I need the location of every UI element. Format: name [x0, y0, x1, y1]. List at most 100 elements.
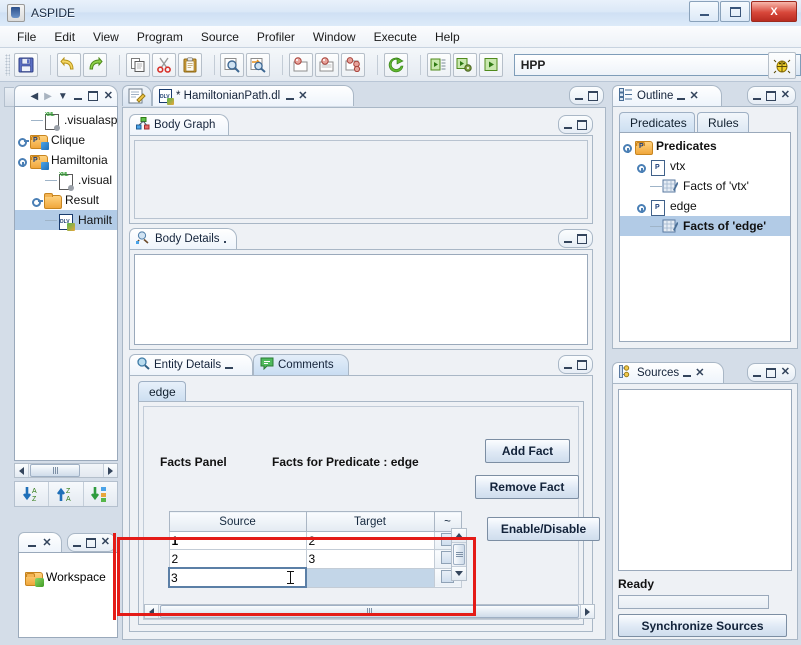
sources-list[interactable]: [618, 389, 792, 571]
back-icon[interactable]: ◀: [30, 91, 38, 102]
outline-item-vtx[interactable]: P vtx: [620, 156, 790, 176]
entity-details-frame-maximize-button[interactable]: [577, 359, 587, 370]
predicate-tab-edge[interactable]: edge: [138, 381, 186, 401]
find-replace-icon[interactable]: [246, 52, 271, 77]
project-tree[interactable]: XML .visualasp P Clique P Hamiltonia XML…: [14, 106, 118, 461]
expander-icon[interactable]: [31, 194, 44, 207]
synchronize-sources-button[interactable]: Synchronize Sources: [618, 614, 787, 637]
tree-item-clique[interactable]: P Clique: [15, 130, 117, 150]
scroll-up-button[interactable]: [452, 529, 466, 543]
window-maximize-button[interactable]: [720, 1, 750, 22]
menu-window[interactable]: Window: [304, 28, 365, 46]
breakpoints-3-icon[interactable]: [341, 52, 366, 77]
run-icon[interactable]: [478, 52, 503, 77]
table-row[interactable]: 2 3: [168, 549, 462, 569]
copy-icon[interactable]: [125, 52, 150, 77]
editor-icon[interactable]: [122, 85, 152, 106]
scroll-left-button[interactable]: [145, 605, 159, 618]
outline-item-predicates[interactable]: P Predicates: [620, 136, 790, 156]
outline-item-facts-vtx[interactable]: Facts of 'vtx': [620, 176, 790, 196]
breakpoint-icon[interactable]: [289, 52, 314, 77]
body-details-frame-maximize-button[interactable]: [577, 233, 587, 244]
body-graph-frame-maximize-button[interactable]: [577, 119, 587, 130]
workspace-frame-maximize-button[interactable]: [85, 537, 96, 548]
explorer-maximize-button[interactable]: [87, 91, 98, 101]
sources-tab[interactable]: Sources ✕: [612, 362, 724, 383]
outline-tab[interactable]: Outline ✕: [612, 85, 722, 106]
column-header-target[interactable]: Target: [305, 511, 435, 532]
menu-profiler[interactable]: Profiler: [248, 28, 304, 46]
explorer-close-button[interactable]: ✕: [104, 90, 113, 102]
sources-frame-maximize-button[interactable]: [765, 367, 776, 378]
tab-predicates[interactable]: Predicates: [619, 112, 695, 132]
facts-panel-hscrollbar[interactable]: [144, 604, 595, 619]
run-configuration-select[interactable]: HPP: [513, 53, 801, 76]
workspace-item-root[interactable]: Workspace: [19, 567, 117, 587]
redo-icon[interactable]: [82, 52, 107, 77]
outline-frame-minimize-button[interactable]: [752, 97, 761, 100]
tree-item-hamiltonian[interactable]: P Hamiltonia: [15, 150, 117, 170]
body-graph-frame-minimize-button[interactable]: [564, 126, 572, 129]
tree-item-visual[interactable]: XML .visual: [15, 170, 117, 191]
paste-icon[interactable]: [177, 52, 202, 77]
sources-close-button[interactable]: ✕: [695, 367, 704, 379]
window-minimize-button[interactable]: [689, 1, 719, 22]
outline-item-facts-edge[interactable]: Facts of 'edge': [620, 216, 790, 236]
explorer-collapse-handle[interactable]: [4, 87, 14, 107]
run-step-icon[interactable]: [426, 52, 451, 77]
workspace-close-button[interactable]: ✕: [42, 537, 51, 549]
tab-comments[interactable]: Comments: [253, 354, 349, 375]
tab-entity-details[interactable]: Entity Details: [129, 354, 253, 375]
sources-frame-close-button[interactable]: ✕: [781, 367, 790, 378]
tree-item-visualasp[interactable]: XML .visualasp: [15, 110, 117, 131]
vscroll-thumb[interactable]: [453, 544, 465, 565]
explorer-hscrollbar[interactable]: [14, 463, 118, 478]
cut-icon[interactable]: [151, 52, 176, 77]
dropdown-icon[interactable]: ▼: [58, 91, 68, 102]
explorer-tab[interactable]: ◀ ▶ ▼ ✕: [14, 85, 118, 106]
enable-disable-button[interactable]: Enable/Disable: [487, 517, 600, 541]
expander-icon[interactable]: [622, 140, 635, 153]
scroll-left-button[interactable]: [15, 464, 29, 477]
editor-tab-close-button[interactable]: ✕: [298, 90, 307, 102]
menu-source[interactable]: Source: [192, 28, 248, 46]
body-details-minimize-button[interactable]: [223, 241, 226, 243]
window-close-button[interactable]: X: [751, 1, 797, 22]
remove-fact-button[interactable]: Remove Fact: [475, 475, 579, 499]
facts-table-vscrollbar[interactable]: [451, 528, 467, 581]
table-row[interactable]: 1 2: [168, 531, 462, 550]
cell-target[interactable]: 2: [305, 531, 435, 550]
toolbar-grip[interactable]: [5, 53, 11, 76]
workspace-frame-close-button[interactable]: ✕: [101, 537, 110, 548]
sources-frame-minimize-button[interactable]: [752, 374, 761, 377]
add-fact-button[interactable]: Add Fact: [485, 439, 570, 463]
body-graph-canvas[interactable]: [134, 140, 588, 219]
outline-close-button[interactable]: ✕: [689, 90, 698, 102]
explorer-minimize-button[interactable]: [73, 98, 82, 100]
menu-program[interactable]: Program: [128, 28, 192, 46]
body-details-frame-minimize-button[interactable]: [564, 240, 572, 243]
menu-edit[interactable]: Edit: [45, 28, 84, 46]
menu-help[interactable]: Help: [426, 28, 469, 46]
expander-icon[interactable]: [636, 200, 649, 213]
cell-source[interactable]: 2: [168, 549, 307, 569]
editor-tab-minimize-button[interactable]: [286, 98, 295, 100]
sort-za-icon[interactable]: ZA: [49, 482, 84, 506]
outline-frame-maximize-button[interactable]: [765, 90, 776, 101]
body-details-tab[interactable]: Body Details: [129, 228, 237, 249]
outline-tree[interactable]: P Predicates P vtx Facts of 'vtx' P edge…: [619, 132, 791, 342]
undo-icon[interactable]: [56, 52, 81, 77]
table-row[interactable]: 3: [168, 567, 462, 588]
entity-details-frame-minimize-button[interactable]: [564, 366, 572, 369]
sources-minimize-button[interactable]: [683, 375, 692, 377]
hscroll-thumb[interactable]: [160, 605, 579, 618]
column-header-source[interactable]: Source: [168, 511, 307, 532]
cell-source-editing[interactable]: 3: [168, 567, 307, 588]
editor-frame-minimize-button[interactable]: [575, 97, 583, 100]
expander-icon[interactable]: [17, 154, 30, 167]
expander-icon[interactable]: [636, 160, 649, 173]
body-graph-tab[interactable]: Body Graph: [129, 114, 229, 135]
body-details-textarea[interactable]: [134, 254, 588, 345]
outline-item-edge[interactable]: P edge: [620, 196, 790, 216]
tree-item-result[interactable]: Result: [15, 190, 117, 210]
